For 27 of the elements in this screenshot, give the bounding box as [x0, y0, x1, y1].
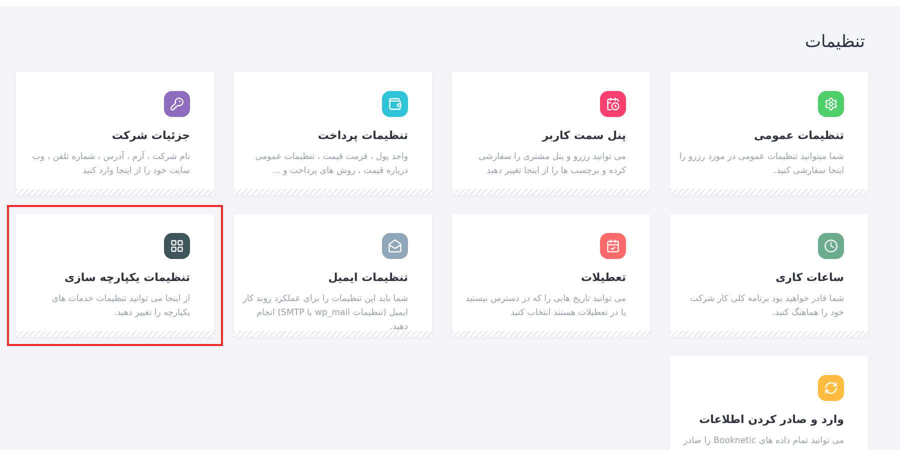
- card-description: می توانید رزرو و پنل مشتری را سفارشی کرده و برچسب ها را از اینجا تغییر دهید: [478, 151, 626, 178]
- settings-card[interactable]: پنل سمت کاربر می توانید رزرو و پنل مشتری را سفارشی کرده و برچسب ها را از اینجا تغییر دهید: [452, 72, 650, 195]
- card-description: از اینجا می توانید تنظیمات خدمات های یکپارچه را تغییر دهید.: [50, 293, 190, 320]
- card-title: ساعات کاری: [776, 271, 844, 284]
- card-description: شما باید این تنظیمات را برای عملکرد روند کار ایمیل (تنظیمات wp_mail یا SMTP) انجام دهید.: [242, 293, 408, 334]
- card-description: می توانید تاریخ هایی را که در دسترس نیستید یا در تعطیلات هستند انتخاب کنید: [464, 293, 626, 320]
- card-title: تعطیلات: [581, 271, 626, 284]
- settings-card[interactable]: ساعات کاری شما قادر خواهید بود برنامه کلی کار شرکت خود را هماهنگ کنید.: [670, 214, 868, 337]
- settings-card[interactable]: تنظیمات پرداخت واحد پول ، فرمت قیمت ، تنظیمات عمومی درباره قیمت ، روش های پرداخت و ...: [234, 72, 432, 195]
- card-title: تنظیمات عمومی: [754, 129, 844, 142]
- card-description: شما قادر خواهید بود برنامه کلی کار شرکت خود را هماهنگ کنید.: [689, 293, 844, 320]
- settings-card[interactable]: جزئیات شرکت نام شرکت ، آرم ، آدرس ، شماره تلفن ، وب سایت خود را از اینجا وارد کنید: [16, 72, 214, 195]
- card-title: تنظیمات ایمیل: [328, 271, 408, 284]
- card-description: می توانید تمام داده های Booknetic را صادر: [684, 435, 844, 448]
- settings-card[interactable]: تنظیمات عمومی شما میتوانید تنظیمات عمومی در مورد رزرو را اینجا سفارشی کنید.: [670, 72, 868, 195]
- card-title: تنظیمات پرداخت: [318, 129, 408, 142]
- settings-card[interactable]: تنظیمات یکپارچه سازی از اینجا می توانید تنظیمات خدمات های یکپارچه را تغییر دهید.: [16, 214, 214, 337]
- card-title: تنظیمات یکپارچه سازی: [64, 271, 190, 284]
- page-title: تنظیمات: [804, 32, 865, 52]
- card-description: شما میتوانید تنظیمات عمومی در مورد رزرو را اینجا سفارشی کنید.: [678, 151, 844, 178]
- card-description: نام شرکت ، آرم ، آدرس ، شماره تلفن ، وب سایت خود را از اینجا وارد کنید: [31, 150, 190, 178]
- settings-card[interactable]: تنظیمات ایمیل شما باید این تنظیمات را برای عملکرد روند کار ایمیل (تنظیمات wp_mail یا SMTP) انجام دهید.: [234, 214, 432, 337]
- card-description: واحد پول ، فرمت قیمت ، تنظیمات عمومی درباره قیمت ، روش های پرداخت و ...: [254, 151, 408, 178]
- card-title: پنل سمت کاربر: [542, 129, 626, 142]
- card-title: وارد و صادر کردن اطلاعات: [699, 413, 844, 426]
- settings-card[interactable]: تعطیلات می توانید تاریخ هایی را که در دسترس نیستید یا در تعطیلات هستند انتخاب کنید: [452, 214, 650, 337]
- card-title: جزئیات شرکت: [112, 129, 190, 142]
